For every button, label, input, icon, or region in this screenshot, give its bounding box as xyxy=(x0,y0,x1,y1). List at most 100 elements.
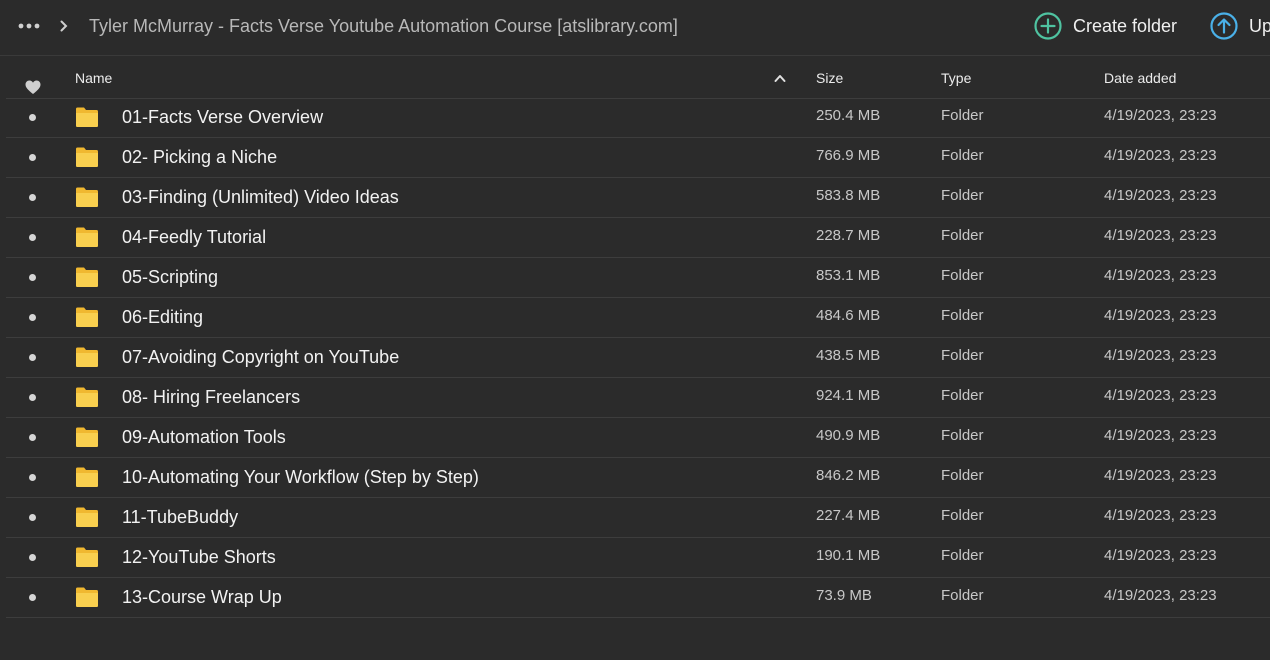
row-favorite-dot[interactable] xyxy=(29,234,36,241)
file-date-added: 4/19/2023, 23:23 xyxy=(1104,587,1217,604)
table-row[interactable]: 11-TubeBuddy 227.4 MB Folder 4/19/2023, … xyxy=(6,498,1270,538)
file-name[interactable]: 11-TubeBuddy xyxy=(122,498,238,538)
folder-icon xyxy=(76,147,98,167)
file-size: 490.9 MB xyxy=(816,427,881,444)
folder-icon xyxy=(76,187,98,207)
file-list: 01-Facts Verse Overview 250.4 MB Folder … xyxy=(6,98,1270,618)
file-date-added: 4/19/2023, 23:23 xyxy=(1104,427,1217,444)
create-folder-label: Create folder xyxy=(1073,15,1178,36)
file-date-added: 4/19/2023, 23:23 xyxy=(1104,507,1217,524)
file-type: Folder xyxy=(941,547,984,564)
file-size: 438.5 MB xyxy=(816,347,881,364)
folder-icon xyxy=(76,467,98,487)
file-size: 250.4 MB xyxy=(816,107,881,124)
column-header-date-added[interactable]: Date added xyxy=(1104,57,1176,99)
row-favorite-dot[interactable] xyxy=(29,194,36,201)
file-size: 924.1 MB xyxy=(816,387,881,404)
row-favorite-dot[interactable] xyxy=(29,394,36,401)
table-row[interactable]: 12-YouTube Shorts 190.1 MB Folder 4/19/2… xyxy=(6,538,1270,578)
folder-icon xyxy=(76,507,98,527)
file-size: 766.9 MB xyxy=(816,147,881,164)
table-row[interactable]: 03-Finding (Unlimited) Video Ideas 583.8… xyxy=(6,178,1270,218)
row-favorite-dot[interactable] xyxy=(29,514,36,521)
file-size: 853.1 MB xyxy=(816,267,881,284)
folder-icon xyxy=(76,587,98,607)
file-size: 228.7 MB xyxy=(816,227,881,244)
column-header-name[interactable]: Name xyxy=(75,57,112,99)
file-name[interactable]: 12-YouTube Shorts xyxy=(122,538,276,578)
row-favorite-dot[interactable] xyxy=(29,594,36,601)
column-header-size[interactable]: Size xyxy=(816,57,843,99)
chevron-right-icon xyxy=(58,17,70,35)
sort-ascending-icon[interactable] xyxy=(774,73,786,83)
folder-icon xyxy=(76,307,98,327)
file-date-added: 4/19/2023, 23:23 xyxy=(1104,307,1217,324)
table-header: Name Size Type Date added xyxy=(6,57,1270,99)
file-type: Folder xyxy=(941,507,984,524)
more-options-button[interactable] xyxy=(17,15,41,37)
file-name[interactable]: 05-Scripting xyxy=(122,258,218,298)
file-date-added: 4/19/2023, 23:23 xyxy=(1104,467,1217,484)
file-name[interactable]: 03-Finding (Unlimited) Video Ideas xyxy=(122,178,399,218)
row-favorite-dot[interactable] xyxy=(29,434,36,441)
table-row[interactable]: 06-Editing 484.6 MB Folder 4/19/2023, 23… xyxy=(6,298,1270,338)
top-bar: Tyler McMurray - Facts Verse Youtube Aut… xyxy=(0,0,1270,56)
row-favorite-dot[interactable] xyxy=(29,554,36,561)
row-favorite-dot[interactable] xyxy=(29,354,36,361)
breadcrumb-current-folder[interactable]: Tyler McMurray - Facts Verse Youtube Aut… xyxy=(89,14,678,38)
table-row[interactable]: 01-Facts Verse Overview 250.4 MB Folder … xyxy=(6,98,1270,138)
file-type: Folder xyxy=(941,427,984,444)
ellipsis-icon xyxy=(18,23,40,29)
file-size: 846.2 MB xyxy=(816,467,881,484)
column-header-type[interactable]: Type xyxy=(941,57,971,99)
folder-icon xyxy=(76,547,98,567)
file-type: Folder xyxy=(941,307,984,324)
create-folder-button[interactable]: Create folder xyxy=(1034,11,1177,41)
file-name[interactable]: 04-Feedly Tutorial xyxy=(122,218,266,258)
table-row[interactable]: 07-Avoiding Copyright on YouTube 438.5 M… xyxy=(6,338,1270,378)
upload-button[interactable]: Up xyxy=(1210,11,1270,41)
table-row[interactable]: 04-Feedly Tutorial 228.7 MB Folder 4/19/… xyxy=(6,218,1270,258)
table-row[interactable]: 10-Automating Your Workflow (Step by Ste… xyxy=(6,458,1270,498)
file-type: Folder xyxy=(941,227,984,244)
folder-icon xyxy=(76,107,98,127)
upload-arrow-icon xyxy=(1210,12,1238,40)
upload-label: Up xyxy=(1249,15,1270,36)
file-date-added: 4/19/2023, 23:23 xyxy=(1104,147,1217,164)
folder-icon xyxy=(76,267,98,287)
table-row[interactable]: 13-Course Wrap Up 73.9 MB Folder 4/19/20… xyxy=(6,578,1270,618)
file-date-added: 4/19/2023, 23:23 xyxy=(1104,267,1217,284)
file-name[interactable]: 01-Facts Verse Overview xyxy=(122,98,323,138)
file-type: Folder xyxy=(941,587,984,604)
file-size: 484.6 MB xyxy=(816,307,881,324)
file-type: Folder xyxy=(941,187,984,204)
file-date-added: 4/19/2023, 23:23 xyxy=(1104,187,1217,204)
file-date-added: 4/19/2023, 23:23 xyxy=(1104,547,1217,564)
table-row[interactable]: 08- Hiring Freelancers 924.1 MB Folder 4… xyxy=(6,378,1270,418)
file-name[interactable]: 06-Editing xyxy=(122,298,203,338)
file-name[interactable]: 10-Automating Your Workflow (Step by Ste… xyxy=(122,458,479,498)
file-type: Folder xyxy=(941,467,984,484)
row-favorite-dot[interactable] xyxy=(29,274,36,281)
row-favorite-dot[interactable] xyxy=(29,114,36,121)
file-type: Folder xyxy=(941,267,984,284)
file-size: 73.9 MB xyxy=(816,587,872,604)
file-type: Folder xyxy=(941,347,984,364)
file-name[interactable]: 02- Picking a Niche xyxy=(122,138,277,178)
file-name[interactable]: 08- Hiring Freelancers xyxy=(122,378,300,418)
file-date-added: 4/19/2023, 23:23 xyxy=(1104,347,1217,364)
table-row[interactable]: 02- Picking a Niche 766.9 MB Folder 4/19… xyxy=(6,138,1270,178)
file-type: Folder xyxy=(941,147,984,164)
file-name[interactable]: 09-Automation Tools xyxy=(122,418,286,458)
file-name[interactable]: 07-Avoiding Copyright on YouTube xyxy=(122,338,399,378)
row-favorite-dot[interactable] xyxy=(29,314,36,321)
row-favorite-dot[interactable] xyxy=(29,474,36,481)
file-date-added: 4/19/2023, 23:23 xyxy=(1104,387,1217,404)
file-name[interactable]: 13-Course Wrap Up xyxy=(122,578,282,618)
row-favorite-dot[interactable] xyxy=(29,154,36,161)
file-type: Folder xyxy=(941,107,984,124)
folder-icon xyxy=(76,347,98,367)
table-row[interactable]: 05-Scripting 853.1 MB Folder 4/19/2023, … xyxy=(6,258,1270,298)
table-row[interactable]: 09-Automation Tools 490.9 MB Folder 4/19… xyxy=(6,418,1270,458)
heart-icon[interactable] xyxy=(25,69,41,94)
